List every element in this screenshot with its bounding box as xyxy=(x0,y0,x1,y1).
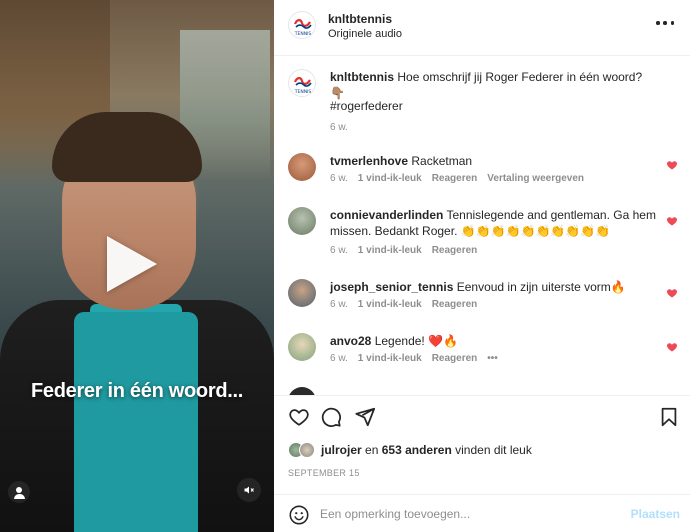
video-subject-polo xyxy=(74,312,198,532)
comment-meta: 6 w. 1 vind-ik-leuk Reageren xyxy=(330,299,477,310)
comment-bubble-icon[interactable] xyxy=(320,406,342,428)
heart-filled-icon[interactable] xyxy=(666,341,678,353)
post-header: TENNIS knltbtennis Originele audio xyxy=(274,0,690,56)
caption-text: knltbtennis Hoe omschrijf jij Roger Fede… xyxy=(330,69,660,101)
bookmark-icon[interactable] xyxy=(658,406,680,428)
more-options-icon[interactable] xyxy=(656,18,674,28)
comment-time[interactable]: 6 w. xyxy=(330,353,348,364)
comment-text: connievanderlinden Tennislegende and gen… xyxy=(330,207,660,239)
comment-time[interactable]: 6 w. xyxy=(330,299,348,310)
commenter-avatar[interactable] xyxy=(288,153,316,181)
comment-item: tvmerlenhove Racketman 6 w. 1 vind-ik-le… xyxy=(288,153,678,193)
audio-label[interactable]: Originele audio xyxy=(328,28,402,40)
commenter-avatar[interactable] xyxy=(288,207,316,235)
comment-text: joseph_senior_tennis Eenvoud in zijn uit… xyxy=(330,279,660,295)
knltb-logo-avatar[interactable]: TENNIS xyxy=(288,69,316,97)
reply-button[interactable]: Reageren xyxy=(432,299,478,310)
caption-hashtag[interactable]: #rogerfederer xyxy=(330,98,660,114)
post-date[interactable]: SEPTEMBER 15 xyxy=(288,468,360,478)
tagged-users-icon[interactable] xyxy=(8,481,30,503)
caption-username[interactable]: knltbtennis xyxy=(330,70,394,84)
likes-others-link[interactable]: 653 anderen xyxy=(382,443,452,457)
comment-input[interactable] xyxy=(320,504,610,524)
heart-filled-icon[interactable] xyxy=(666,215,678,227)
comment-item-partial xyxy=(288,387,678,395)
likes-suffix: vinden dit leuk xyxy=(455,443,532,457)
comments-list[interactable]: TENNIS knltbtennis Hoe omschrijf jij Rog… xyxy=(274,57,690,395)
emoji-icon[interactable] xyxy=(288,504,310,526)
knltb-logo-avatar[interactable]: TENNIS xyxy=(288,11,316,39)
svg-text:TENNIS: TENNIS xyxy=(294,89,312,95)
liker-avatar xyxy=(299,442,315,458)
translate-button[interactable]: Vertaling weergeven xyxy=(487,173,584,184)
comment-more-options[interactable]: ••• xyxy=(487,353,498,364)
comment-likes[interactable]: 1 vind-ik-leuk xyxy=(358,299,422,310)
comment-likes[interactable]: 1 vind-ik-leuk xyxy=(358,245,422,256)
comment-item: connievanderlinden Tennislegende and gen… xyxy=(288,207,678,263)
svg-text:TENNIS: TENNIS xyxy=(294,31,312,37)
liked-by-text: julrojer en 653 anderen vinden dit leuk xyxy=(321,443,532,457)
comment-likes[interactable]: 1 vind-ik-leuk xyxy=(358,173,422,184)
commenter-avatar[interactable] xyxy=(288,387,316,395)
reply-button[interactable]: Reageren xyxy=(432,173,478,184)
mute-icon[interactable] xyxy=(237,478,261,502)
play-icon[interactable] xyxy=(107,236,157,292)
commenter-avatar[interactable] xyxy=(288,279,316,307)
heart-filled-icon[interactable] xyxy=(666,159,678,171)
header-username[interactable]: knltbtennis xyxy=(328,12,392,26)
comment-username[interactable]: tvmerlenhove xyxy=(330,154,408,168)
likes-and: en xyxy=(365,443,379,457)
share-send-icon[interactable] xyxy=(354,406,376,428)
comment-username[interactable]: connievanderlinden xyxy=(330,208,443,222)
comment-meta: 6 w. 1 vind-ik-leuk Reageren Vertaling w… xyxy=(330,173,584,184)
video-subject-hair xyxy=(52,112,202,182)
commenter-avatar[interactable] xyxy=(288,333,316,361)
comment-username[interactable]: joseph_senior_tennis xyxy=(330,280,453,294)
like-heart-icon[interactable] xyxy=(288,406,310,428)
post-sidebar: TENNIS knltbtennis Originele audio TENNI… xyxy=(274,0,690,532)
comment-meta: 6 w. 1 vind-ik-leuk Reageren xyxy=(330,245,477,256)
comment-username[interactable]: anvo28 xyxy=(330,334,371,348)
add-comment-bar: Plaatsen xyxy=(274,494,690,532)
caption-meta: 6 w. xyxy=(330,122,348,133)
comment-body: Racketman xyxy=(411,154,473,168)
post-comment-button[interactable]: Plaatsen xyxy=(631,507,680,521)
comment-item: anvo28 Legende! ❤️🔥 6 w. 1 vind-ik-leuk … xyxy=(288,333,678,373)
reply-button[interactable]: Reageren xyxy=(432,353,478,364)
likes-summary: julrojer en 653 anderen vinden dit leuk xyxy=(288,440,678,460)
reply-button[interactable]: Reageren xyxy=(432,245,478,256)
comment-time[interactable]: 6 w. xyxy=(330,245,348,256)
comment-body: Eenvoud in zijn uiterste vorm🔥 xyxy=(456,280,626,294)
video-player[interactable]: Federer in één woord... xyxy=(0,0,274,532)
comment-time[interactable]: 6 w. xyxy=(330,173,348,184)
post-actions xyxy=(274,395,690,437)
comment-body: Legende! ❤️🔥 xyxy=(374,334,458,348)
comment-item: joseph_senior_tennis Eenvoud in zijn uit… xyxy=(288,279,678,319)
post-caption: TENNIS knltbtennis Hoe omschrijf jij Rog… xyxy=(288,69,678,141)
comment-text: anvo28 Legende! ❤️🔥 xyxy=(330,333,660,349)
caption-time[interactable]: 6 w. xyxy=(330,122,348,133)
heart-filled-icon[interactable] xyxy=(666,287,678,299)
video-caption: Federer in één woord... xyxy=(30,380,244,402)
comment-meta: 6 w. 1 vind-ik-leuk Reageren ••• xyxy=(330,353,498,364)
liker-avatars[interactable] xyxy=(288,442,315,458)
comment-likes[interactable]: 1 vind-ik-leuk xyxy=(358,353,422,364)
comment-text: tvmerlenhove Racketman xyxy=(330,153,660,169)
liked-by-username[interactable]: julrojer xyxy=(321,443,362,457)
